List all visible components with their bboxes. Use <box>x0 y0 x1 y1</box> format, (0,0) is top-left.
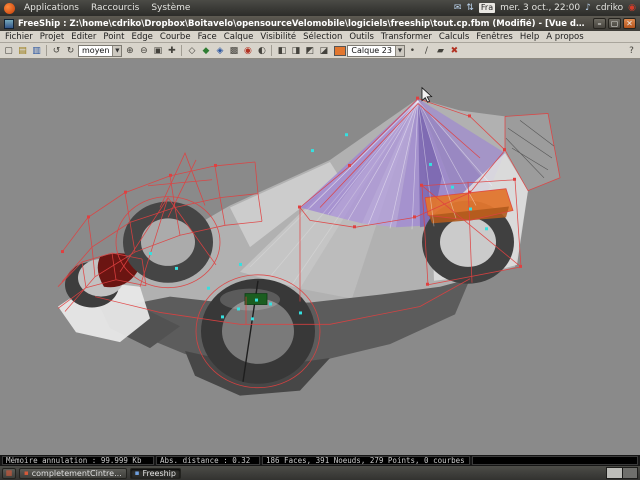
menu-edge[interactable]: Edge <box>132 32 153 42</box>
clock[interactable]: mer. 3 oct., 22:00 <box>500 3 580 13</box>
velomobile-model[interactable] <box>0 59 640 455</box>
status-distance: Abs. distance : 0.32 <box>156 456 260 465</box>
menu-point[interactable]: Point <box>103 32 124 42</box>
interior-view-icon[interactable]: ◐ <box>255 44 268 57</box>
shaded-view-icon[interactable]: ◆ <box>199 44 212 57</box>
menu-fichier[interactable]: Fichier <box>5 32 33 42</box>
freeship-app-icon <box>4 19 14 29</box>
add-point-icon[interactable]: • <box>406 44 419 57</box>
workspace-1[interactable] <box>607 468 622 478</box>
toolbar-separator <box>46 45 47 56</box>
menu-projet[interactable]: Projet <box>40 32 64 42</box>
close-button[interactable]: ✕ <box>623 18 636 29</box>
open-file-icon[interactable]: ▤ <box>16 44 29 57</box>
mouse-cursor <box>422 88 432 102</box>
window-icon: ▪ <box>135 469 140 477</box>
zoom-out-icon[interactable]: ⊖ <box>137 44 150 57</box>
window-title: FreeShip : Z:\home\cdriko\Dropbox\Boitav… <box>18 19 589 29</box>
new-face-icon[interactable]: ▰ <box>434 44 447 57</box>
rear-wheel-hub <box>440 217 496 267</box>
distro-logo-icon[interactable] <box>4 3 15 14</box>
volume-icon[interactable]: ♪ <box>585 3 591 13</box>
window-label: Freeship <box>142 469 176 478</box>
network-icon[interactable]: ⇅ <box>466 3 474 13</box>
layer-dropdown[interactable]: Calque 23 ▼ <box>347 45 405 57</box>
menu-visibilite[interactable]: Visibilité <box>260 32 296 42</box>
window-titlebar[interactable]: FreeShip : Z:\home\cdriko\Dropbox\Boitav… <box>0 16 640 31</box>
wireframe-view-icon[interactable]: ◇ <box>185 44 198 57</box>
menu-editer[interactable]: Editer <box>71 32 96 42</box>
precision-value: moyen <box>82 46 109 55</box>
taskbar-window-freeship[interactable]: ▪ Freeship <box>130 468 181 479</box>
window-icon: ▪ <box>24 469 29 477</box>
minimize-button[interactable]: – <box>593 18 606 29</box>
window-label: completementCintre... <box>32 469 122 478</box>
menu-apropos[interactable]: A propos <box>546 32 583 42</box>
workspace-switcher <box>606 467 638 479</box>
redo-icon[interactable]: ↻ <box>64 44 77 57</box>
window-controls: – ▢ ✕ <box>593 18 636 29</box>
zoom-in-icon[interactable]: ⊕ <box>123 44 136 57</box>
statusbar: Mémoire annulation : 99.999 Kb Abs. dist… <box>0 455 640 466</box>
taskbar-window-completementcintre[interactable]: ▪ completementCintre... <box>19 468 127 479</box>
system-tray: ✉ ⇅ Fra mer. 3 oct., 22:00 ♪ cdriko ◉ <box>454 3 636 13</box>
taskbar-launcher-button[interactable]: ▦ <box>2 468 16 479</box>
undo-icon[interactable]: ↺ <box>50 44 63 57</box>
status-model-counts: 186 Faces, 391 Noeuds, 279 Points, 0 cou… <box>262 456 470 465</box>
view-front-icon[interactable]: ◧ <box>275 44 288 57</box>
menu-calque[interactable]: Calque <box>224 32 254 42</box>
view-perspective-icon[interactable]: ◪ <box>317 44 330 57</box>
top-panel: Applications Raccourcis Système ✉ ⇅ Fra … <box>0 0 640 16</box>
new-file-icon[interactable]: ▢ <box>2 44 15 57</box>
menu-calculs[interactable]: Calculs <box>439 32 469 42</box>
status-undo-memory: Mémoire annulation : 99.999 Kb <box>2 456 154 465</box>
help-icon[interactable]: ? <box>625 44 638 57</box>
maximize-button[interactable]: ▢ <box>608 18 621 29</box>
menu-fenetres[interactable]: Fenêtres <box>476 32 513 42</box>
taskbar: ▦ ▪ completementCintre... ▪ Freeship <box>0 466 640 480</box>
toolbar-separator <box>271 45 272 56</box>
status-filler <box>472 456 638 465</box>
toolbar-separator <box>181 45 182 56</box>
panel-menu-applications[interactable]: Applications <box>21 2 82 14</box>
mail-icon[interactable]: ✉ <box>454 3 462 13</box>
menubar: Fichier Projet Editer Point Edge Courbe … <box>0 31 640 43</box>
developability-icon[interactable]: ◉ <box>241 44 254 57</box>
perspective-viewport[interactable] <box>0 59 640 455</box>
menu-help[interactable]: Help <box>520 32 539 42</box>
layer-value: Calque 23 <box>351 46 392 55</box>
chevron-down-icon: ▼ <box>395 46 404 56</box>
workspace-2[interactable] <box>622 468 637 478</box>
menu-outils[interactable]: Outils <box>349 32 374 42</box>
precision-dropdown[interactable]: moyen ▼ <box>78 45 122 57</box>
keyboard-layout-indicator[interactable]: Fra <box>479 3 495 13</box>
view-top-icon[interactable]: ◩ <box>303 44 316 57</box>
chevron-down-icon: ▼ <box>112 46 121 56</box>
panel-menu-places[interactable]: Raccourcis <box>88 2 142 14</box>
menu-face[interactable]: Face <box>198 32 217 42</box>
zoom-extents-icon[interactable]: ▣ <box>151 44 164 57</box>
insert-edge-icon[interactable]: / <box>420 44 433 57</box>
layer-color-swatch[interactable] <box>334 46 346 56</box>
delete-icon[interactable]: ✖ <box>448 44 461 57</box>
menu-courbe[interactable]: Courbe <box>160 32 191 42</box>
power-icon[interactable]: ◉ <box>628 3 636 13</box>
pan-icon[interactable]: ✚ <box>165 44 178 57</box>
zebra-shading-icon[interactable]: ▩ <box>227 44 240 57</box>
menu-transformer[interactable]: Transformer <box>381 32 432 42</box>
menu-selection[interactable]: Sélection <box>303 32 342 42</box>
username-label[interactable]: cdriko <box>596 3 623 13</box>
save-file-icon[interactable]: ▥ <box>30 44 43 57</box>
panel-menu-system[interactable]: Système <box>148 2 193 14</box>
gauss-curvature-icon[interactable]: ◈ <box>213 44 226 57</box>
view-side-icon[interactable]: ◨ <box>289 44 302 57</box>
toolbar: ▢ ▤ ▥ ↺ ↻ moyen ▼ ⊕ ⊖ ▣ ✚ ◇ ◆ ◈ ▩ ◉ ◐ ◧ … <box>0 43 640 59</box>
desktop: Applications Raccourcis Système ✉ ⇅ Fra … <box>0 0 640 480</box>
